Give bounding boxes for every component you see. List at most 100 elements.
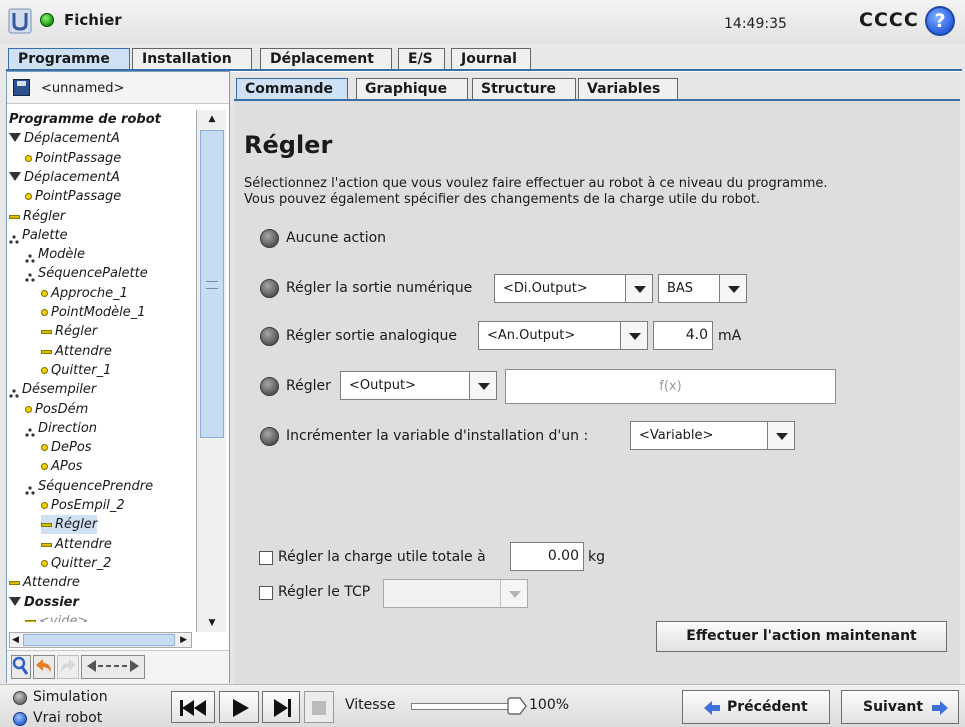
tree-node[interactable]: Dossier: [9, 593, 79, 612]
play-button[interactable]: [219, 691, 259, 723]
speed-slider-thumb[interactable]: [506, 696, 528, 716]
tree-node[interactable]: DePos: [41, 438, 92, 457]
tree-node[interactable]: SéquencePalette: [25, 264, 148, 283]
redo-icon[interactable]: [57, 655, 79, 679]
tree-node[interactable]: Quitter_2: [41, 554, 111, 573]
tree-node[interactable]: Attendre: [41, 342, 112, 361]
scroll-up-icon[interactable]: ▲: [199, 111, 225, 127]
tree-node-label: PointPassage: [35, 151, 122, 166]
digital-output-select[interactable]: <Di.Output>: [494, 274, 653, 303]
tree-node[interactable]: Approche_1: [41, 284, 128, 303]
tree-node[interactable]: DéplacementA: [9, 168, 120, 187]
simulation-radio[interactable]: [13, 691, 27, 705]
previous-button[interactable]: Précédent: [682, 690, 830, 724]
help-icon[interactable]: ?: [925, 6, 955, 36]
expand-tree-icon[interactable]: [81, 655, 145, 679]
radio-no-action[interactable]: [260, 229, 279, 248]
payload-input[interactable]: 0.00: [510, 542, 584, 571]
tree-node-label: DePos: [51, 440, 92, 455]
tree-node[interactable]: Désempiler: [9, 380, 96, 399]
tree-node[interactable]: Quitter_1: [41, 361, 111, 380]
save-disk-icon[interactable]: [13, 79, 30, 96]
stop-button[interactable]: [304, 691, 334, 723]
expression-formula-field[interactable]: f(x): [505, 369, 836, 404]
expression-output-select[interactable]: <Output>: [340, 371, 497, 400]
tree-node[interactable]: PointPassage: [25, 149, 121, 168]
digital-state-select[interactable]: BAS: [658, 274, 747, 303]
tab-journal[interactable]: Journal: [451, 48, 531, 70]
clock: 14:49:35: [724, 16, 787, 32]
real-robot-radio[interactable]: [13, 712, 27, 726]
analog-output-select[interactable]: <An.Output>: [478, 321, 648, 350]
tree-node-label: Régler: [55, 324, 98, 339]
tree-node[interactable]: PointPassage: [25, 187, 121, 206]
radio-increment-variable[interactable]: [260, 427, 279, 446]
no-action-label: Aucune action: [286, 230, 387, 246]
execute-now-button[interactable]: Effectuer l'action maintenant: [656, 621, 947, 652]
footer-bar: Simulation Vrai robot Vitesse 100% Précé…: [0, 684, 965, 727]
tree-node[interactable]: Direction: [25, 419, 97, 438]
tree-node[interactable]: <vide>: [25, 612, 88, 622]
file-menu[interactable]: Fichier: [64, 11, 122, 29]
tree-node[interactable]: Palette: [9, 226, 68, 245]
set-bar-icon: [9, 580, 20, 585]
speed-value: 100%: [529, 697, 570, 713]
program-tree[interactable]: Programme de robot DéplacementA PointPassa…: [7, 110, 193, 622]
tree-node[interactable]: SéquencePrendre: [25, 477, 153, 496]
digital-state-value: BAS: [667, 281, 694, 296]
next-button[interactable]: Suivant: [841, 690, 959, 724]
tab-installation[interactable]: Installation: [132, 48, 252, 70]
page-description: Sélectionnez l'action que vous voulez fa…: [244, 176, 828, 207]
tab-es[interactable]: E/S: [398, 48, 445, 70]
tab-deplacement[interactable]: Déplacement: [260, 48, 392, 70]
previous-label: Précédent: [727, 699, 808, 715]
program-tree-panel: <unnamed> Programme de robot DéplacementA…: [6, 71, 230, 683]
header-bar: Fichier 14:49:35 CCCC ?: [0, 0, 965, 44]
payload-checkbox[interactable]: [259, 551, 273, 565]
set-expression-label: Régler: [286, 378, 331, 394]
tree-node-label: Régler: [23, 209, 66, 224]
scroll-thumb[interactable]: [200, 130, 224, 438]
radio-set-expression[interactable]: [260, 377, 279, 396]
undo-icon[interactable]: [33, 655, 55, 679]
tree-node[interactable]: DéplacementA: [9, 129, 120, 148]
tree-node[interactable]: Modèle: [25, 245, 85, 264]
scroll-left-icon[interactable]: ◀: [12, 633, 19, 647]
tree-node[interactable]: Attendre: [9, 573, 80, 592]
radio-digital-output[interactable]: [260, 279, 279, 298]
tab-structure[interactable]: Structure: [472, 78, 576, 100]
tree-node-label: PosEmpil_2: [51, 498, 125, 513]
tree-node[interactable]: Régler: [41, 515, 98, 534]
search-icon[interactable]: [11, 655, 31, 679]
chevron-down-icon: [767, 422, 794, 449]
tree-node[interactable]: Régler: [9, 207, 65, 226]
tcp-checkbox[interactable]: [259, 586, 273, 600]
tree-node[interactable]: Programme de robot: [9, 110, 161, 129]
tree-node[interactable]: Régler: [41, 322, 97, 341]
tree-node[interactable]: PosEmpil_2: [41, 496, 125, 515]
analog-unit: mA: [718, 328, 742, 344]
radio-analog-output[interactable]: [260, 327, 279, 346]
tab-variables[interactable]: Variables: [578, 78, 678, 100]
tree-horizontal-scrollbar[interactable]: ◀ ▶: [9, 632, 192, 648]
rewind-button[interactable]: [171, 691, 215, 723]
tree-node[interactable]: PointModèle_1: [41, 303, 146, 322]
tree-vertical-scrollbar[interactable]: ▲ ▼: [196, 110, 226, 632]
waypoint-icon: [25, 193, 32, 200]
scroll-down-icon[interactable]: ▼: [199, 615, 225, 631]
tree-node[interactable]: PosDém: [25, 400, 88, 419]
increment-variable-select[interactable]: <Variable>: [630, 421, 795, 450]
tree-node[interactable]: Attendre: [41, 535, 112, 554]
hscroll-thumb[interactable]: [23, 634, 175, 646]
step-icon: [274, 699, 291, 717]
analog-value-input[interactable]: 4.0: [653, 321, 713, 350]
tree-node-label: Régler: [55, 517, 98, 532]
speed-slider[interactable]: [411, 703, 517, 710]
program-filename: <unnamed>: [41, 81, 125, 96]
scroll-right-icon[interactable]: ▶: [180, 633, 187, 647]
tcp-select[interactable]: [383, 579, 528, 608]
step-button[interactable]: [262, 691, 300, 723]
tree-node[interactable]: APos: [41, 457, 82, 476]
tree-node-label: DéplacementA: [24, 131, 120, 146]
tab-graphique[interactable]: Graphique: [356, 78, 468, 100]
